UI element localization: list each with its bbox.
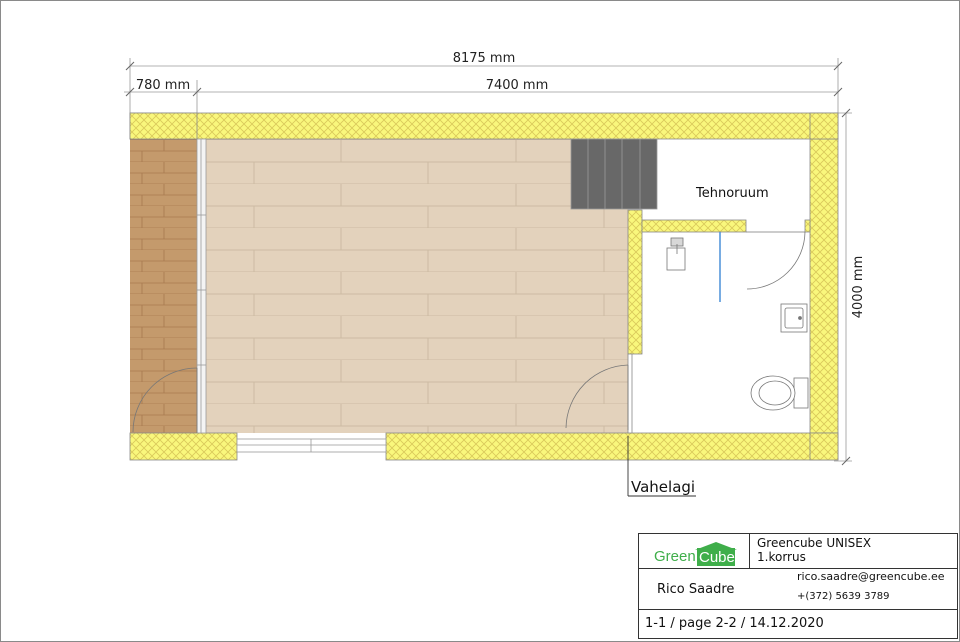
technical-room-label: Tehnoruum <box>695 186 769 201</box>
terrace-width-label: 780 mm <box>136 78 190 93</box>
ceiling-annotation: Vahelagi <box>631 478 695 496</box>
tb-divider-vertical <box>749 534 750 568</box>
staircase <box>570 138 658 210</box>
project-name: Greencube UNISEX <box>757 536 872 550</box>
interior-width-label: 7400 mm <box>486 78 549 93</box>
title-block: Green Cube Greencube UNISEX 1.korrus Ric… <box>638 533 958 639</box>
overall-width-label: 8175 mm <box>453 51 516 66</box>
author-phone: +(372) 5639 3789 <box>797 591 890 602</box>
tb-divider-2 <box>639 609 957 610</box>
tb-divider-1 <box>639 568 957 569</box>
toilet <box>750 375 809 411</box>
author-name: Rico Saadre <box>657 582 735 597</box>
logo-green-text: Green <box>654 548 696 565</box>
depth-label: 4000 mm <box>851 256 866 319</box>
sheet-info: 1-1 / page 2-2 / 14.12.2020 <box>645 616 824 631</box>
author-email: rico.saadre@greencube.ee <box>797 570 945 583</box>
bottom-window <box>236 438 387 453</box>
logo-cube-text: Cube <box>699 549 735 566</box>
glazed-wall <box>196 138 207 434</box>
greencube-logo: Green Cube <box>654 542 737 566</box>
terrace-deck <box>130 139 197 433</box>
washbasin <box>780 303 808 333</box>
living-room-floor <box>206 139 628 433</box>
floor-label: 1.korrus <box>757 550 806 564</box>
